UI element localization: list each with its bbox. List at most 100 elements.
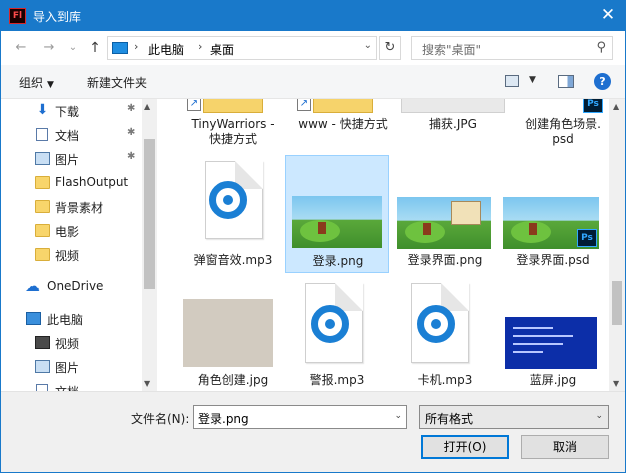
download-icon: ⬇ [36, 102, 49, 118]
file-name: 弹窗音效.mp3 [193, 253, 273, 267]
file-name: TinyWarriors - 快捷方式 [191, 117, 275, 146]
image-thumbnail [292, 196, 382, 248]
sidebar-scrollbar[interactable]: ▲ ▼ [142, 99, 157, 391]
file-name: 警报.mp3 [309, 373, 365, 387]
window-title: 导入到库 [33, 10, 82, 24]
title-bar[interactable]: Fl 导入到库 ✕ [1, 1, 625, 31]
sidebar-item-label: 图片 [55, 153, 80, 167]
breadcrumb-this-pc[interactable]: 此电脑 [148, 41, 184, 58]
sidebar-item-flashoutput[interactable]: FlashOutput [1, 172, 141, 194]
organize-menu-button[interactable]: 组织 ▼ [19, 74, 54, 91]
sidebar-item-documents[interactable]: 文档 ✱ [1, 124, 141, 146]
computer-icon [26, 312, 41, 325]
command-toolbar: 组织 ▼ 新建文件夹 ▼ ? [1, 65, 625, 99]
refresh-icon[interactable]: ↻ [379, 36, 401, 60]
file-list-scroll-thumb[interactable] [612, 281, 622, 325]
chevron-down-icon[interactable]: ⌄ [394, 411, 402, 421]
sidebar-item-pictures[interactable]: 图片 ✱ [1, 148, 141, 170]
file-name: 角色创建.jpg [197, 373, 269, 387]
sidebar-item-onedrive[interactable]: ☁ OneDrive [1, 276, 141, 298]
pin-icon[interactable]: ✱ [127, 151, 135, 162]
pin-icon[interactable]: ✱ [127, 127, 135, 138]
filename-value: 登录.png [198, 412, 249, 426]
file-format-value: 所有格式 [425, 412, 474, 426]
search-icon[interactable]: ⚲ [596, 40, 606, 55]
dialog-footer: 文件名(N): 登录.png ⌄ 所有格式 ⌄ 打开(O) 取消 [1, 391, 625, 472]
sidebar-item-background-assets[interactable]: 背景素材 [1, 196, 141, 218]
sidebar-item-label: 电影 [55, 225, 80, 239]
file-list-scrollbar[interactable]: ▲ ▼ [609, 99, 625, 391]
file-format-select[interactable]: 所有格式 ⌄ [419, 405, 609, 429]
scroll-down-arrow-icon[interactable]: ▼ [613, 379, 619, 388]
sidebar-item-label: 背景素材 [55, 201, 104, 215]
file-item[interactable]: 弹窗音效.mp3 [181, 155, 285, 273]
sidebar-item-movies[interactable]: 电影 [1, 220, 141, 242]
sidebar-item-label: 此电脑 [47, 313, 84, 327]
help-icon[interactable]: ? [594, 73, 611, 90]
sidebar-item-label: 图片 [55, 361, 80, 375]
up-arrow-icon[interactable]: ↑ [85, 38, 105, 58]
folder-icon [35, 224, 50, 237]
new-folder-button[interactable]: 新建文件夹 [87, 74, 147, 91]
sidebar-scroll-thumb[interactable] [144, 139, 155, 289]
scroll-up-arrow-icon[interactable]: ▲ [144, 102, 150, 111]
caret-down-icon: ▼ [47, 80, 54, 90]
sidebar-item-documents-pc[interactable]: 文档 [1, 380, 141, 391]
chevron-down-icon[interactable]: ⌄ [364, 40, 372, 51]
chevron-down-icon[interactable]: ⌄ [595, 411, 603, 421]
folder-icon [35, 176, 50, 189]
file-name: www - 快捷方式 [298, 117, 388, 131]
search-input[interactable]: 搜索"桌面" ⚲ [411, 36, 613, 60]
breadcrumb-desktop[interactable]: 桌面 [210, 41, 234, 58]
file-name: 卡机.mp3 [417, 373, 473, 387]
sidebar-item-videos-folder[interactable]: 视频 [1, 244, 141, 266]
cancel-button[interactable]: 取消 [521, 435, 609, 459]
filename-label: 文件名(N): [131, 412, 190, 426]
image-thumbnail [183, 299, 273, 367]
sidebar-item-downloads[interactable]: ⬇ 下载 ✱ [1, 100, 141, 122]
navigation-bar: ← → ⌄ ↑ › 此电脑 › 桌面 ⌄ ↻ 搜索"桌面" ⚲ [1, 31, 625, 65]
folder-icon [35, 200, 50, 213]
sidebar-item-label: 下载 [55, 105, 80, 119]
file-item[interactable]: 警报.mp3 [285, 277, 389, 391]
back-arrow-icon[interactable]: ← [11, 38, 31, 58]
breadcrumb-separator: › [134, 40, 139, 53]
address-bar[interactable]: › 此电脑 › 桌面 ⌄ [107, 36, 377, 60]
file-name: 登录界面.png [407, 253, 483, 267]
scroll-up-arrow-icon[interactable]: ▲ [613, 102, 619, 111]
file-name: 捕获.JPG [429, 117, 477, 131]
caret-down-icon[interactable]: ▼ [529, 75, 536, 85]
document-icon [36, 384, 48, 391]
close-button[interactable]: ✕ [591, 1, 625, 31]
media-player-dot [325, 319, 335, 329]
sidebar-item-this-pc[interactable]: 此电脑 [1, 308, 141, 330]
view-options-icon[interactable] [505, 75, 519, 87]
scroll-down-arrow-icon[interactable]: ▼ [144, 379, 150, 388]
file-item-selected[interactable]: 登录.png [285, 155, 389, 273]
open-button[interactable]: 打开(O) [421, 435, 509, 459]
file-item[interactable]: 角色创建.jpg [181, 277, 285, 391]
filename-input[interactable]: 登录.png ⌄ [193, 405, 407, 429]
file-item[interactable]: 卡机.mp3 [393, 277, 497, 391]
file-item[interactable]: ↗ TinyWarriors - 快捷方式 [181, 99, 285, 151]
forward-arrow-icon[interactable]: → [39, 38, 59, 58]
picture-icon [35, 360, 50, 373]
file-item[interactable]: 捕获.JPG [401, 99, 505, 151]
sidebar-item-pictures-pc[interactable]: 图片 [1, 356, 141, 378]
login-panel-overlay [451, 201, 481, 225]
image-thumbnail [401, 99, 505, 113]
shortcut-arrow-icon: ↗ [297, 99, 311, 111]
organize-label: 组织 [19, 76, 44, 90]
import-to-library-dialog: Fl 导入到库 ✕ ← → ⌄ ↑ › 此电脑 › 桌面 ⌄ ↻ 搜索"桌面" … [0, 0, 626, 473]
pin-icon[interactable]: ✱ [127, 103, 135, 114]
file-item[interactable]: Ps 创建角色场景. psd [511, 99, 609, 151]
sidebar-item-label: FlashOutput [55, 175, 129, 189]
file-name: 蓝屏.jpg [529, 373, 577, 387]
file-item[interactable]: 登录界面.png [393, 155, 497, 273]
recent-locations-chevron-icon[interactable]: ⌄ [63, 38, 83, 58]
file-item[interactable]: ↗ www - 快捷方式 [291, 99, 395, 151]
file-item[interactable]: Ps 登录界面.psd [501, 155, 605, 273]
sidebar-item-videos[interactable]: 视频 [1, 332, 141, 354]
preview-pane-icon[interactable] [558, 75, 574, 88]
file-item[interactable]: 蓝屏.jpg [501, 277, 605, 391]
